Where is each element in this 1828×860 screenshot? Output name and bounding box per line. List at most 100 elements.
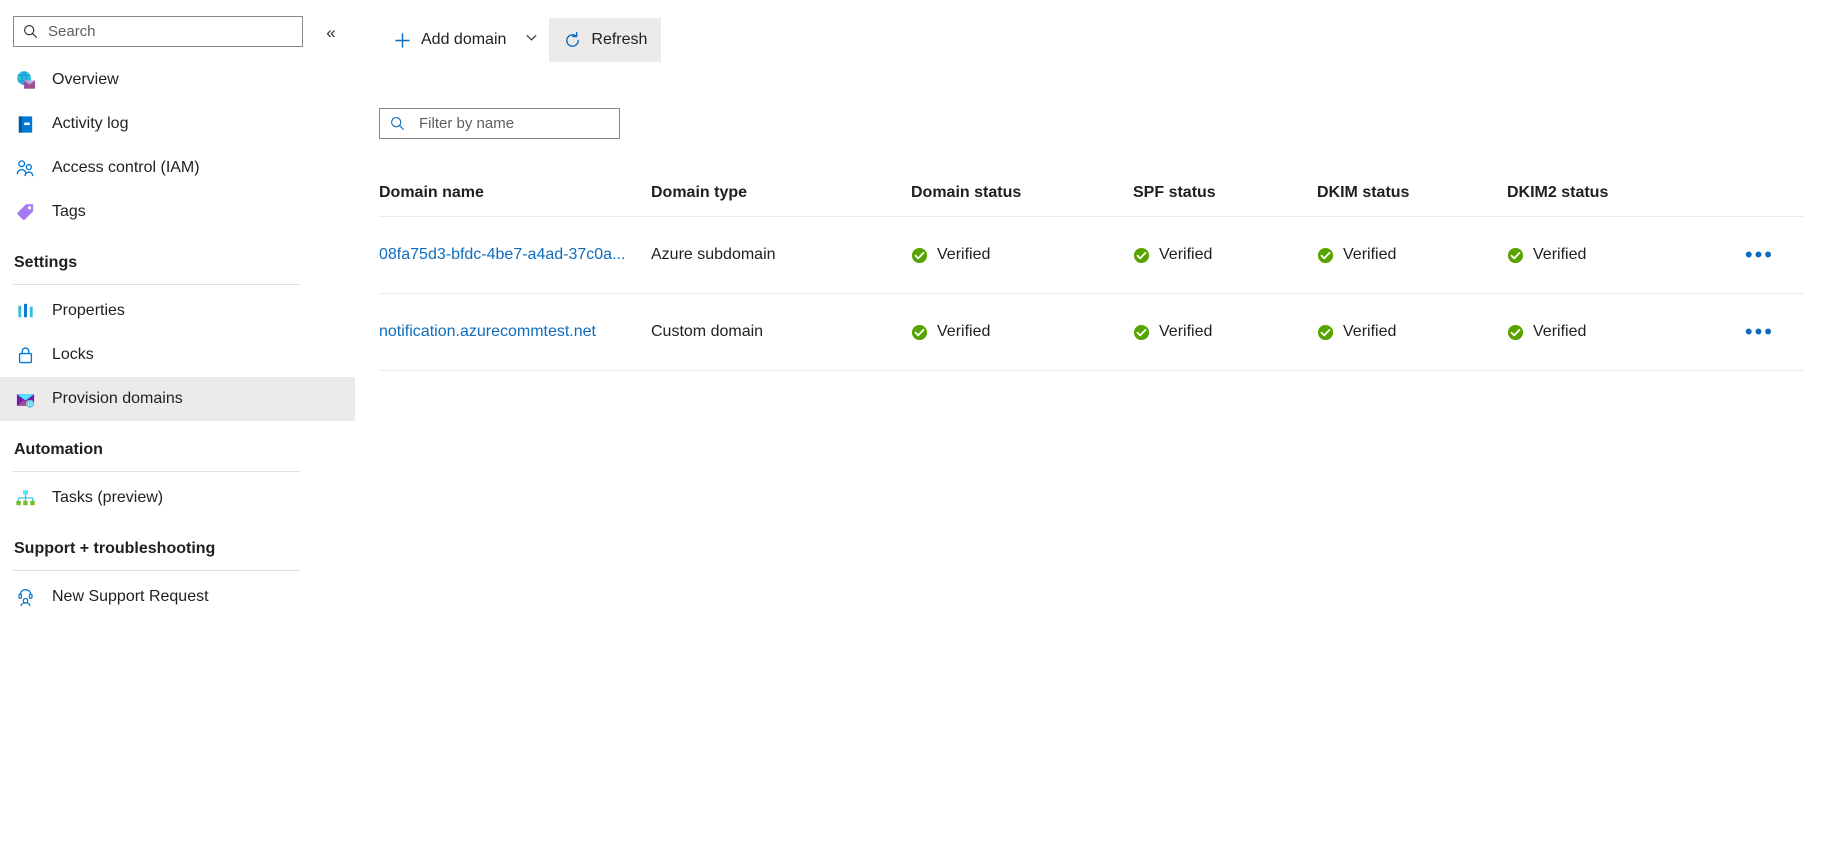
status-label: Verified (937, 323, 991, 340)
cell-dkim-status: Verified (1317, 246, 1507, 264)
status-badge: Verified (911, 246, 1123, 264)
status-badge: Verified (1507, 323, 1707, 341)
sidebar-item-tasks[interactable]: Tasks (preview) (0, 476, 355, 520)
verified-check-icon (911, 324, 928, 341)
filter-by-name-field[interactable] (379, 108, 620, 139)
azure-portal-provision-domains-page: « Overview (0, 0, 1828, 860)
status-label: Verified (1533, 323, 1587, 340)
sidebar-group-title: Support + troubleshooting (14, 540, 216, 557)
column-header-domain-name[interactable]: Domain name (379, 184, 651, 202)
sidebar-item-tags[interactable]: Tags (0, 190, 355, 234)
sidebar-group-settings: Settings (0, 234, 355, 277)
verified-check-icon (1133, 247, 1150, 264)
column-header-dkim-status[interactable]: DKIM status (1317, 184, 1507, 202)
sidebar-item-locks[interactable]: Locks (0, 333, 355, 377)
communication-service-icon (14, 69, 36, 91)
verified-check-icon (1317, 324, 1334, 341)
cell-domain-name: 08fa75d3-bfdc-4be7-a4ad-37c0a... (379, 246, 651, 264)
search-icon (23, 24, 38, 39)
cell-row-actions: ••• (1717, 327, 1804, 337)
add-domain-dropdown-button[interactable] (520, 18, 549, 62)
properties-icon (14, 300, 36, 322)
more-options-icon[interactable]: ••• (1745, 327, 1774, 337)
sidebar-item-provision-domains[interactable]: Provision domains (0, 377, 355, 421)
command-toolbar: Add domain Refresh (379, 18, 662, 62)
domain-name-link[interactable]: notification.azurecommtest.net (379, 323, 596, 340)
filter-input[interactable] (417, 114, 592, 133)
verified-check-icon (1507, 247, 1524, 264)
status-label: Verified (1159, 246, 1213, 263)
cell-domain-name: notification.azurecommtest.net (379, 323, 651, 341)
refresh-button[interactable]: Refresh (549, 18, 662, 62)
status-label: Verified (1343, 246, 1397, 263)
cell-dkim2-status: Verified (1507, 246, 1717, 264)
sidebar-group-title: Automation (14, 441, 103, 458)
verified-check-icon (911, 247, 928, 264)
more-options-icon[interactable]: ••• (1745, 250, 1774, 260)
status-badge: Verified (1133, 323, 1307, 341)
status-label: Verified (1159, 323, 1213, 340)
tasks-icon (14, 487, 36, 509)
activity-log-icon (14, 113, 36, 135)
sidebar-item-label: New Support Request (52, 588, 209, 605)
verified-check-icon (1317, 247, 1334, 264)
table-row[interactable]: notification.azurecommtest.net Custom do… (379, 293, 1804, 370)
search-icon (390, 116, 405, 131)
sidebar-group-title: Settings (14, 254, 78, 271)
sidebar-item-new-support-request[interactable]: New Support Request (0, 575, 355, 619)
chevron-double-left-icon: « (326, 22, 336, 42)
sidebar-group-divider (13, 471, 300, 472)
sidebar-group-support: Support + troubleshooting (0, 520, 355, 563)
cell-spf-status: Verified (1133, 246, 1317, 264)
column-header-domain-type[interactable]: Domain type (651, 184, 911, 202)
collapse-sidebar-button[interactable]: « (318, 19, 344, 45)
cell-dkim2-status: Verified (1507, 323, 1717, 341)
table-row[interactable]: 08fa75d3-bfdc-4be7-a4ad-37c0a... Azure s… (379, 216, 1804, 293)
cell-domain-status: Verified (911, 323, 1133, 341)
sidebar-item-activity-log[interactable]: Activity log (0, 102, 355, 146)
sidebar-item-label: Activity log (52, 115, 129, 132)
sidebar-item-label: Provision domains (52, 390, 183, 407)
domain-name-link[interactable]: 08fa75d3-bfdc-4be7-a4ad-37c0a... (379, 246, 625, 263)
status-badge: Verified (1133, 246, 1307, 264)
status-label: Verified (937, 246, 991, 263)
table-header-row: Domain name Domain type Domain status SP… (379, 170, 1804, 216)
add-domain-label: Add domain (421, 31, 507, 48)
sidebar-search[interactable] (13, 16, 303, 47)
status-badge: Verified (1317, 323, 1497, 341)
cell-domain-type: Azure subdomain (651, 246, 776, 263)
sidebar-item-access-control[interactable]: Access control (IAM) (0, 146, 355, 190)
resource-menu-sidebar: « Overview (0, 0, 355, 860)
refresh-icon (563, 31, 582, 50)
status-label: Verified (1343, 323, 1397, 340)
verified-check-icon (1133, 324, 1150, 341)
sidebar-group-automation: Automation (0, 421, 355, 464)
sidebar-item-properties[interactable]: Properties (0, 289, 355, 333)
cell-dkim-status: Verified (1317, 323, 1507, 341)
status-badge: Verified (911, 323, 1123, 341)
chevron-down-icon (524, 30, 539, 50)
domains-table: Domain name Domain type Domain status SP… (379, 170, 1804, 371)
provision-domains-icon (14, 388, 36, 410)
sidebar-item-label: Overview (52, 71, 119, 88)
cell-domain-status: Verified (911, 246, 1133, 264)
sidebar-item-label: Tasks (preview) (52, 489, 164, 506)
status-badge: Verified (1317, 246, 1497, 264)
cell-domain-type: Custom domain (651, 323, 764, 340)
table-bottom-divider (379, 370, 1804, 371)
column-header-domain-status[interactable]: Domain status (911, 184, 1133, 202)
sidebar-group-divider (13, 284, 300, 285)
sidebar-group-divider (13, 570, 300, 571)
search-input[interactable] (46, 22, 276, 41)
column-header-dkim2-status[interactable]: DKIM2 status (1507, 184, 1717, 202)
add-domain-button[interactable]: Add domain (379, 18, 520, 62)
refresh-label: Refresh (591, 31, 648, 48)
column-header-spf-status[interactable]: SPF status (1133, 184, 1317, 202)
cell-spf-status: Verified (1133, 323, 1317, 341)
sidebar-item-label: Access control (IAM) (52, 159, 200, 176)
sidebar-item-label: Tags (52, 203, 86, 220)
sidebar-item-label: Properties (52, 302, 125, 319)
cell-row-actions: ••• (1717, 250, 1804, 260)
lock-icon (14, 344, 36, 366)
sidebar-item-overview[interactable]: Overview (0, 58, 355, 102)
